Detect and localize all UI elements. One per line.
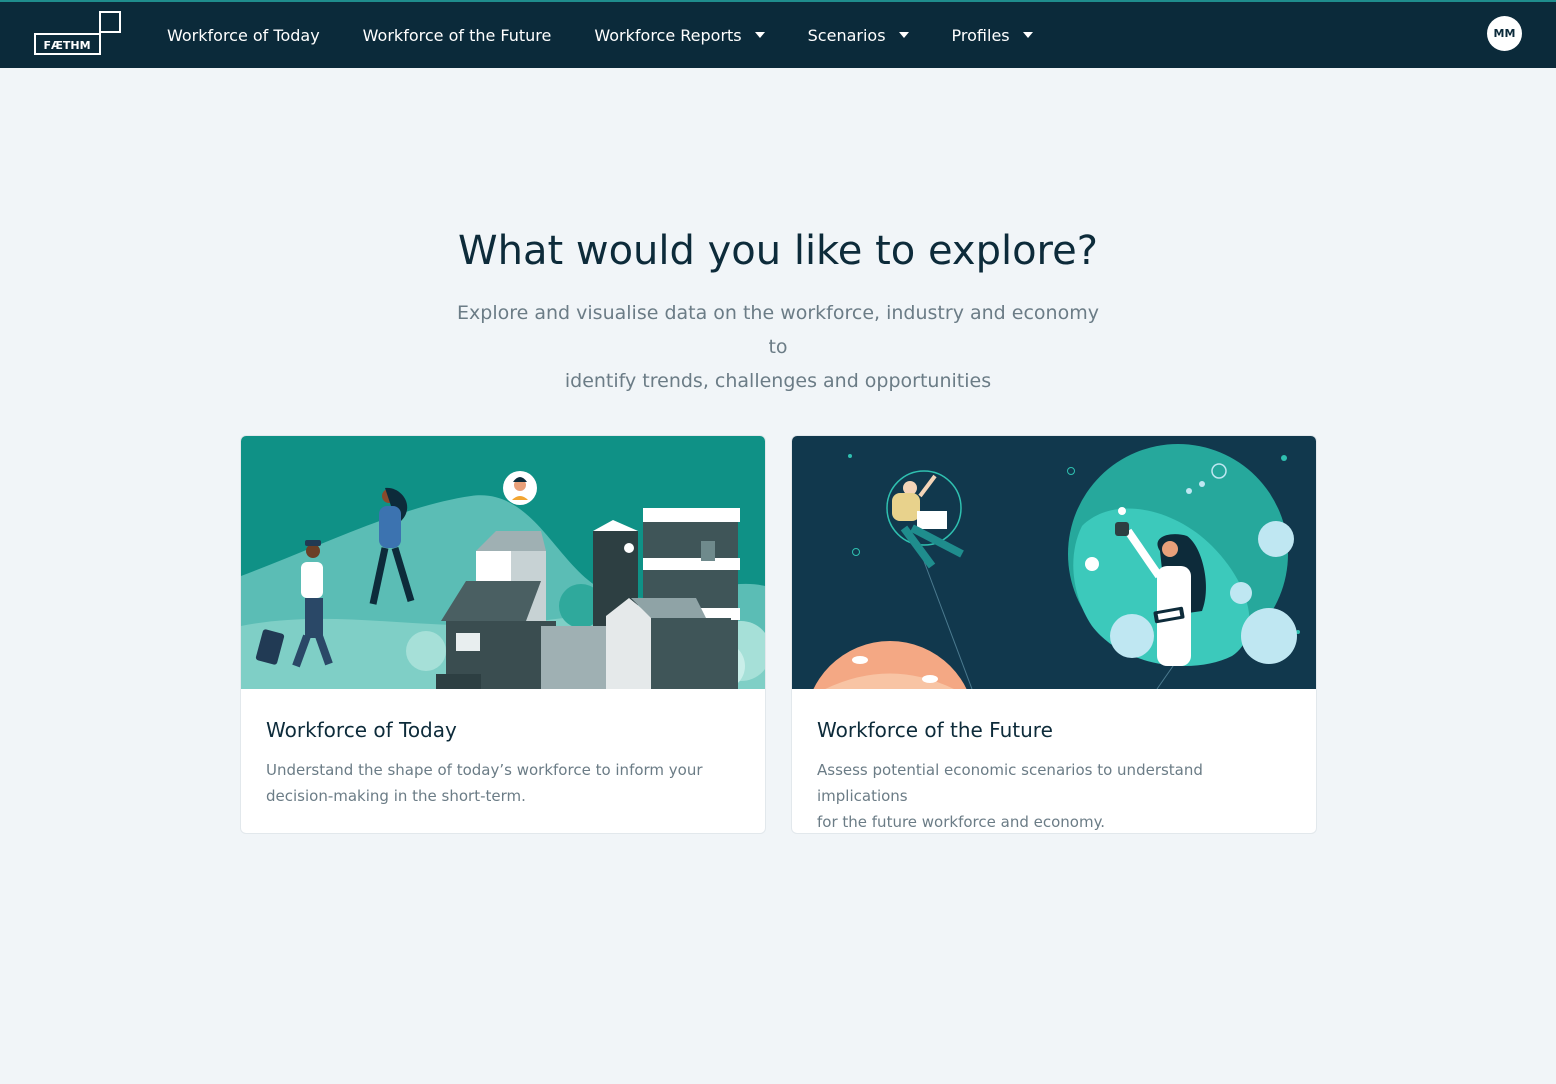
nav-label: Workforce Reports <box>594 25 742 45</box>
caret-down-icon <box>1022 32 1033 38</box>
city-commuters-illustration <box>241 436 765 689</box>
card-workforce-of-today[interactable]: Workforce of Today Understand the shape … <box>241 436 765 833</box>
nav-label: Workforce of the Future <box>362 25 552 45</box>
space-scientist-illustration <box>792 436 1316 689</box>
card-description-line: decision-making in the short-term. <box>266 787 526 805</box>
nav-workforce-of-today[interactable]: Workforce of Today <box>167 26 320 45</box>
card-title: Workforce of the Future <box>817 718 1053 742</box>
nav-profiles-dropdown[interactable]: Profiles <box>952 26 1033 45</box>
subtitle-line-2: identify trends, challenges and opportun… <box>564 370 992 392</box>
nav-label: Scenarios <box>807 25 886 45</box>
top-navbar: FÆTHM Workforce of Today Workforce of th… <box>0 0 1556 68</box>
svg-text:FÆTHM: FÆTHM <box>43 39 90 52</box>
nav-scenarios-dropdown[interactable]: Scenarios <box>808 26 909 45</box>
user-avatar[interactable]: MM <box>1487 16 1522 51</box>
nav-workforce-of-the-future[interactable]: Workforce of the Future <box>363 26 552 45</box>
card-description: Assess potential economic scenarios to u… <box>817 757 1287 833</box>
card-description-line: for the future workforce and economy. <box>817 813 1106 831</box>
nav-label: Workforce of Today <box>167 25 320 45</box>
card-workforce-of-the-future[interactable]: Workforce of the Future Assess potential… <box>792 436 1316 833</box>
card-description-line: Understand the shape of today’s workforc… <box>266 761 703 779</box>
page-subtitle: Explore and visualise data on the workfo… <box>448 296 1108 398</box>
caret-down-icon <box>754 32 765 38</box>
card-description-line: Assess potential economic scenarios to u… <box>817 761 1203 805</box>
caret-down-icon <box>898 32 909 38</box>
main-nav: Workforce of Today Workforce of the Futu… <box>167 2 1076 68</box>
subtitle-line-1: Explore and visualise data on the workfo… <box>457 302 1099 358</box>
page-title: What would you like to explore? <box>458 228 1098 274</box>
faethm-logo[interactable]: FÆTHM <box>34 10 124 56</box>
nav-label: Profiles <box>951 25 1010 45</box>
card-description: Understand the shape of today’s workforc… <box>266 757 736 809</box>
nav-workforce-reports-dropdown[interactable]: Workforce Reports <box>594 25 765 45</box>
card-title: Workforce of Today <box>266 718 457 742</box>
